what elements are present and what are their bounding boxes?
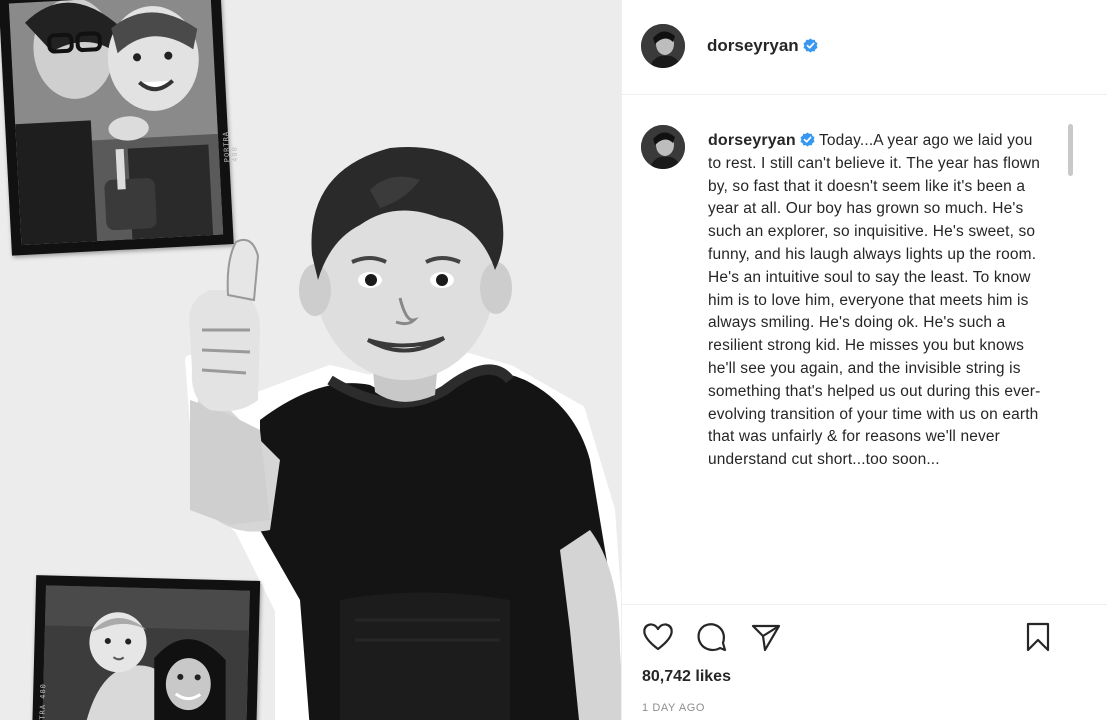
username[interactable]: dorseyryan (707, 36, 799, 55)
share-button[interactable] (749, 620, 783, 654)
comments-scroll-area[interactable]: dorseyryan Today...A year ago we laid yo… (622, 96, 1107, 604)
post-caption: dorseyryan Today...A year ago we laid yo… (708, 130, 1043, 472)
caption-text: Today...A year ago we laid you to rest. … (708, 132, 1041, 469)
verified-badge-icon (803, 38, 818, 53)
username-link[interactable]: dorseyryan (708, 132, 815, 149)
mother-baby-photo (42, 585, 250, 720)
post-details-panel: dorseyryan dorseyryan Today...A year ago… (621, 0, 1107, 720)
comment-icon (697, 623, 727, 652)
profile-photo-icon (641, 125, 685, 169)
action-bar (622, 620, 1107, 656)
verified-badge-icon (800, 132, 815, 147)
avatar[interactable] (641, 24, 685, 68)
likes-count[interactable]: 80,742 likes (642, 668, 731, 686)
save-button[interactable] (1021, 620, 1055, 654)
username-link[interactable]: dorseyryan (707, 36, 818, 56)
heart-icon (643, 623, 673, 651)
profile-photo-icon (641, 24, 685, 68)
post-header: dorseyryan (622, 0, 1107, 95)
post-timestamp[interactable]: 1 DAY AGO (642, 702, 705, 714)
paper-plane-icon (751, 624, 781, 652)
avatar[interactable] (641, 125, 685, 169)
comment-button[interactable] (695, 620, 729, 654)
film-edge-text: PORTRA 400 (38, 683, 48, 720)
bookmark-icon (1026, 622, 1050, 652)
username[interactable]: dorseyryan (708, 132, 796, 149)
post-image[interactable]: PORTRA 400 PORTRA 400 (0, 0, 621, 720)
photo-print-bottom: PORTRA 400 (31, 575, 261, 720)
divider (622, 604, 1107, 605)
scrollbar[interactable] (1068, 124, 1073, 176)
like-button[interactable] (641, 620, 675, 654)
